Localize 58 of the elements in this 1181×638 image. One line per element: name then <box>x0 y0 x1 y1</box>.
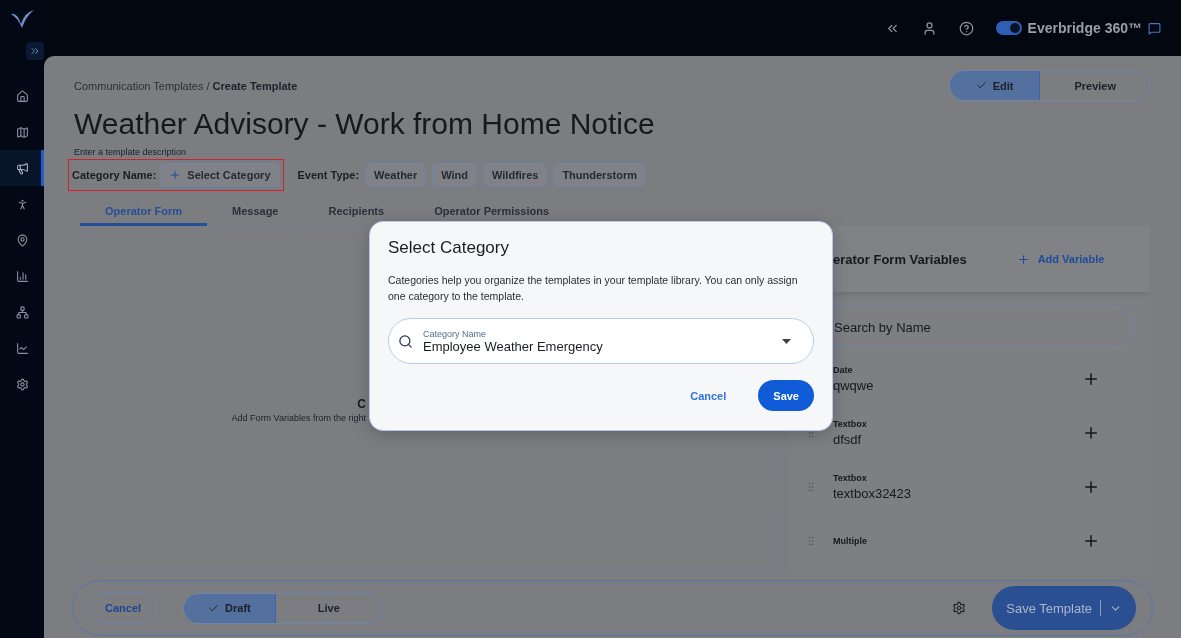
event-type-tag[interactable]: Wildfires <box>483 163 548 187</box>
dialog-cancel-button[interactable]: Cancel <box>684 388 733 403</box>
drag-handle-icon[interactable] <box>805 481 817 493</box>
variable-name: dfsdf <box>833 432 863 447</box>
status-toggle-option[interactable]: Draft <box>184 593 275 623</box>
mode-toggle-option[interactable]: Edit <box>949 71 1040 100</box>
chat-icon[interactable] <box>1148 21 1161 35</box>
add-variable-button[interactable]: Add Variable <box>1010 251 1111 267</box>
event-type-tag[interactable]: Weather <box>365 163 427 187</box>
category-select-field[interactable]: Category Name Employee Weather Emergency <box>388 318 814 364</box>
variable-type: Textbox <box>833 419 868 429</box>
category-label: Category Name: <box>72 169 157 181</box>
megaphone-icon[interactable] <box>0 150 44 186</box>
add-icon[interactable] <box>1082 370 1100 388</box>
drag-handle-icon[interactable] <box>805 535 817 547</box>
description-placeholder[interactable]: Enter a template description <box>74 147 1151 157</box>
save-template-button[interactable]: Save Template <box>992 586 1136 630</box>
dropdown-caret-icon <box>782 338 791 344</box>
dialog-text: Categories help you organize the templates in your template library. You can only assign one category to the template. <box>388 273 799 304</box>
variable-type: Date <box>833 365 854 375</box>
variable-type: Multiple <box>833 536 868 546</box>
variable-name: qwqwe <box>833 378 875 393</box>
add-icon[interactable] <box>1082 424 1100 442</box>
settings-icon[interactable] <box>952 601 967 615</box>
toggle-switch[interactable] <box>995 21 1022 35</box>
user-icon[interactable] <box>921 20 937 36</box>
empty-state-hint: Add Form Variables from the right <box>230 413 366 423</box>
search-icon <box>398 333 413 349</box>
event-type-tag[interactable]: Thunderstorm <box>553 163 646 187</box>
help-icon[interactable] <box>958 20 974 36</box>
select-category-button[interactable]: Select Category <box>160 163 280 187</box>
check-icon <box>975 80 987 91</box>
plus-icon <box>1016 252 1030 266</box>
breadcrumb: Communication Templates / Create Template <box>74 79 298 92</box>
variable-name: textbox32423 <box>833 486 913 501</box>
add-icon[interactable] <box>1082 478 1100 496</box>
dialog-save-button[interactable]: Save <box>758 380 814 411</box>
variable-type: Textbox <box>833 473 868 483</box>
plus-icon <box>169 169 182 181</box>
template-title: Weather Advisory - Work from Home Notice <box>74 107 656 141</box>
field-value: Employee Weather Emergency <box>423 338 604 354</box>
product-name: Everbridge 360™ <box>1027 20 1142 36</box>
add-icon[interactable] <box>1082 532 1100 550</box>
logo-icon <box>9 8 35 30</box>
empty-state-heading: C <box>356 397 366 411</box>
status-toggle-option[interactable]: Live <box>274 593 382 623</box>
mode-toggle-option[interactable]: Preview <box>1039 71 1150 100</box>
event-type-label: Event Type: <box>297 169 360 181</box>
tab[interactable]: Operator Permissions <box>409 201 575 226</box>
event-type-tag[interactable]: Wind <box>432 163 478 187</box>
expand-sidebar-icon[interactable] <box>26 42 44 60</box>
tab[interactable]: Recipients <box>303 201 410 226</box>
panel-title: erator Form Variables <box>833 251 967 267</box>
check-icon <box>208 602 220 614</box>
dialog-title: Select Category <box>388 238 510 258</box>
tab[interactable]: Message <box>207 201 304 226</box>
tab[interactable]: Operator Form <box>80 201 207 226</box>
field-label: Category Name <box>423 328 488 339</box>
